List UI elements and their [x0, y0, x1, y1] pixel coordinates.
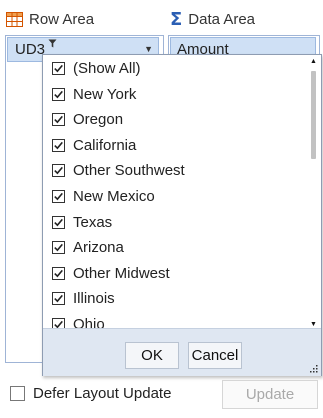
filter-list-item[interactable]: Texas: [52, 210, 112, 235]
item-label: Other Southwest: [73, 162, 185, 180]
filter-list-item[interactable]: New York: [52, 82, 136, 107]
data-area-title: Data Area: [188, 10, 256, 28]
row-area-header: Row Area: [6, 6, 162, 32]
sigma-icon: Σ: [170, 8, 183, 30]
scrollbar[interactable]: ▲ ▼: [308, 57, 319, 328]
item-label: New Mexico: [73, 188, 155, 205]
table-grid-icon: [6, 11, 23, 27]
item-label: Arizona: [73, 239, 124, 257]
item-checkbox[interactable]: [52, 241, 65, 255]
filter-dropdown[interactable]: (Show All) New York Oregon California Other …: [42, 54, 322, 376]
item-checkbox[interactable]: [52, 62, 65, 75]
item-label: Illinois: [73, 290, 115, 308]
item-checkbox[interactable]: [52, 113, 65, 127]
item-label: Texas: [73, 213, 113, 231]
update-button[interactable]: Update: [222, 380, 318, 409]
filter-list-item[interactable]: Other Midwest: [52, 261, 170, 286]
filter-list-item[interactable]: Arizona: [52, 235, 124, 260]
item-label: Other Midwest: [73, 264, 170, 282]
item-label: New York: [73, 85, 137, 103]
filter-list-item[interactable]: Oregon: [52, 107, 123, 132]
filter-list-item[interactable]: (Show All): [52, 56, 141, 81]
dropdown-footer: OK Cancel: [43, 328, 321, 376]
row-area-title: Row Area: [29, 10, 95, 28]
item-checkbox[interactable]: [52, 190, 65, 203]
row-field-label: UD3: [15, 41, 46, 58]
item-checkbox[interactable]: [52, 266, 65, 280]
item-checkbox[interactable]: [52, 164, 65, 178]
resize-grip-icon[interactable]: [309, 364, 318, 373]
filter-icon[interactable]: [48, 39, 57, 48]
defer-layout-label: Defer Layout Update: [33, 385, 172, 402]
filter-list-item[interactable]: New Mexico: [52, 184, 155, 209]
filter-list-item[interactable]: Illinois: [52, 286, 115, 311]
item-checkbox[interactable]: [52, 318, 65, 328]
item-label: Oregon: [73, 111, 124, 129]
filter-list-item[interactable]: Ohio: [52, 312, 105, 328]
item-label: California: [73, 136, 137, 154]
defer-layout-checkbox[interactable]: [10, 386, 25, 401]
item-label: (Show All): [73, 60, 141, 77]
filter-list[interactable]: (Show All) New York Oregon California Other …: [43, 55, 309, 328]
scrollbar-thumb[interactable]: [311, 71, 316, 159]
item-label: Ohio: [73, 316, 105, 328]
filter-list-item[interactable]: Other Southwest: [52, 158, 185, 183]
scroll-up-icon[interactable]: ▲: [310, 58, 317, 65]
filter-list-item[interactable]: California: [52, 133, 136, 158]
item-checkbox[interactable]: [52, 87, 65, 101]
data-area-header: Σ Data Area: [168, 6, 318, 32]
scroll-down-icon[interactable]: ▼: [310, 321, 317, 328]
ok-button[interactable]: OK: [125, 342, 179, 369]
item-checkbox[interactable]: [52, 138, 65, 152]
item-checkbox[interactable]: [52, 215, 65, 229]
cancel-button[interactable]: Cancel: [188, 342, 242, 369]
item-checkbox[interactable]: [52, 292, 65, 306]
